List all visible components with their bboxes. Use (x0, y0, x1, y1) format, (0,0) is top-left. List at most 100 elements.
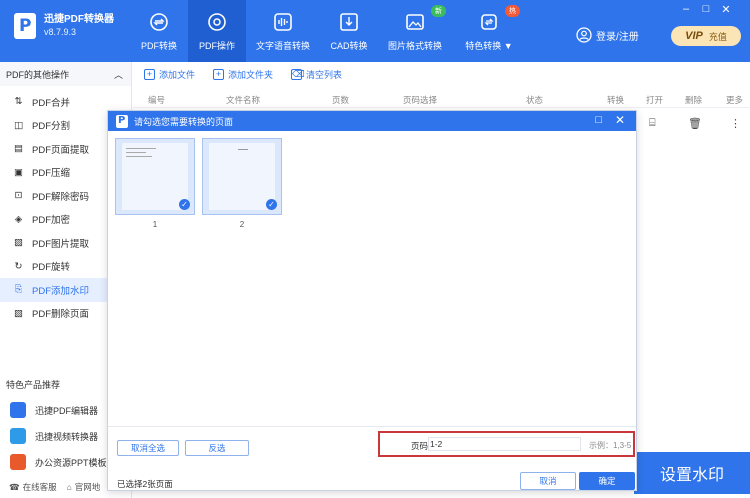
app-version: v8.7.9.3 (44, 27, 77, 37)
recommend-pdf-editor[interactable]: 迅捷PDF编辑器 (10, 402, 98, 418)
page-thumbnails: ✓ 1 ✓ 2 (115, 138, 289, 229)
file-table-header: 编号 文件名称 页数 页码选择 状态 转换 打开 删除 更多 (133, 90, 750, 108)
audio-icon (272, 11, 294, 33)
sidebar-item-label: PDF分割 (32, 121, 71, 133)
merge-icon: ⇅ (14, 96, 23, 108)
nav-label: PDF操作 (198, 41, 235, 51)
recommend-label: 迅捷视频转换器 (35, 431, 99, 442)
trash-icon: ⌫ (291, 68, 305, 80)
plus-icon: + (144, 68, 155, 80)
rotate-icon: ↻ (14, 260, 23, 272)
nav-label: PDF转换 (140, 41, 177, 51)
convert-icon (148, 11, 170, 33)
add-folder-button[interactable]: + 添加文件夹 (213, 68, 273, 81)
sidebar-footer: ☎ 在线客服 ⌂ 官网地 (9, 481, 100, 493)
page-number: 2 (239, 220, 245, 229)
trash-icon[interactable]: 🗑 (688, 117, 702, 130)
recommend-label: 办公资源PPT模板 (35, 457, 107, 468)
page-thumbnail[interactable]: ✓ 2 (202, 138, 282, 229)
sidebar-item-label: PDF压缩 (32, 168, 71, 180)
add-file-button[interactable]: + 添加文件 (144, 68, 195, 81)
compress-icon: ▣ (14, 166, 23, 178)
dialog-footer: 取消全选 反选 页码 示例：1,3-5 已选择2张页面 取消 确定 (108, 426, 636, 491)
nav-cad-convert[interactable]: CAD转换 (320, 0, 378, 62)
folder-plus-icon: + (213, 68, 225, 80)
add-folder-label: 添加文件夹 (228, 69, 274, 80)
sidebar-item-label: PDF旋转 (32, 262, 71, 274)
website-link[interactable]: 官网地 (75, 481, 101, 493)
recommend-title: 特色产品推荐 (6, 380, 61, 390)
minimize-button[interactable]: – (676, 3, 696, 16)
nav-image-convert[interactable]: 新 图片格式转换 (378, 0, 452, 62)
sidebar-item-label: PDF页面提取 (32, 144, 90, 156)
thumbnail-frame[interactable]: ✓ (202, 138, 282, 215)
pdf-editor-icon (10, 402, 26, 418)
col-page-select: 页码选择 (403, 95, 438, 105)
close-icon[interactable]: ✕ (615, 113, 625, 127)
delete-page-icon: ▧ (14, 307, 23, 319)
checkmark-icon[interactable]: ✓ (266, 199, 277, 210)
sidebar-item-label: PDF解除密码 (32, 191, 90, 203)
recommend-ppt-templates[interactable]: 办公资源PPT模板 (10, 454, 107, 470)
window-controls: – □ ✕ (676, 3, 736, 16)
login-label: 登录/注册 (596, 31, 639, 43)
col-number: 编号 (148, 95, 166, 105)
app-logo-icon (116, 114, 128, 128)
nav-special-convert[interactable]: 热 特色转换 ▼ (452, 0, 526, 62)
invert-selection-button[interactable]: 反选 (185, 440, 249, 456)
vip-recharge-button[interactable]: VIP 充值 (671, 26, 741, 46)
vip-mark: VIP (685, 30, 703, 42)
set-watermark-button[interactable]: 设置水印 (634, 452, 750, 494)
clear-list-button[interactable]: ⌫ 清空列表 (291, 68, 342, 81)
maximize-icon[interactable]: □ (595, 114, 602, 126)
clear-list-label: 清空列表 (306, 69, 343, 80)
checkmark-icon[interactable]: ✓ (179, 199, 190, 210)
nav-pdf-operate[interactable]: PDF操作 (188, 0, 246, 62)
col-more: 更多 (726, 95, 744, 105)
folder-open-icon[interactable]: ⌸ (649, 117, 656, 130)
page-preview (122, 143, 188, 210)
recommend-video-converter[interactable]: 迅捷视频转换器 (10, 428, 98, 444)
deselect-all-button[interactable]: 取消全选 (117, 440, 179, 456)
user-icon (576, 27, 592, 43)
app-logo (14, 13, 36, 39)
col-status: 状态 (526, 95, 544, 105)
watermark-icon: ⎘ (14, 284, 23, 296)
sidebar-item-label: PDF删除页面 (32, 309, 90, 321)
sidebar-item-label: PDF加密 (32, 215, 71, 227)
cad-icon (338, 11, 360, 33)
home-icon: ⌂ (66, 482, 72, 492)
chevron-up-icon: ︿ (113, 69, 123, 80)
col-filename: 文件名称 (226, 95, 261, 105)
thumbnail-frame[interactable]: ✓ (115, 138, 195, 215)
cancel-button[interactable]: 取消 (520, 472, 576, 490)
page-range-label: 页码 (411, 441, 429, 451)
maximize-button[interactable]: □ (696, 3, 716, 16)
add-file-label: 添加文件 (159, 69, 196, 80)
app-name: 迅捷PDF转换器 (44, 14, 114, 25)
page-range-hint: 示例：1,3-5 (589, 441, 632, 450)
file-toolbar: + 添加文件 + 添加文件夹 ⌫ 清空列表 (144, 66, 360, 82)
page-range-input[interactable] (428, 437, 581, 451)
ppt-template-icon (10, 454, 26, 470)
page-select-dialog: 请勾选您需要转换的页面 □ ✕ ✓ 1 ✓ 2 (107, 110, 637, 491)
nav-text-audio[interactable]: 文字语音转换 (246, 0, 320, 62)
confirm-button[interactable]: 确定 (579, 472, 635, 490)
new-badge: 新 (431, 5, 446, 17)
image-icon (404, 11, 426, 33)
nav-pdf-convert[interactable]: PDF转换 (130, 0, 188, 62)
nav-label: 图片格式转换 (387, 41, 442, 51)
page-thumbnail[interactable]: ✓ 1 (115, 138, 195, 229)
brand: 迅捷PDF转换器 v8.7.9.3 (14, 13, 114, 39)
gear-icon (206, 11, 228, 33)
sidebar-item-label: PDF合并 (32, 97, 71, 109)
main-nav: PDF转换 PDF操作 文字语音转换 CAD转换 新 图片格式转换 热 特色转换… (130, 0, 526, 62)
close-button[interactable]: ✕ (716, 3, 736, 16)
login-button[interactable]: 登录/注册 (576, 27, 639, 43)
page-preview (209, 143, 275, 210)
online-service-link[interactable]: 在线客服 (23, 481, 57, 493)
sidebar-item-label: PDF添加水印 (32, 285, 90, 297)
nav-label: 文字语音转换 (255, 41, 310, 51)
more-icon[interactable]: ⋮ (730, 117, 741, 130)
sidebar-header[interactable]: PDF的其他操作 ︿ (0, 62, 131, 86)
